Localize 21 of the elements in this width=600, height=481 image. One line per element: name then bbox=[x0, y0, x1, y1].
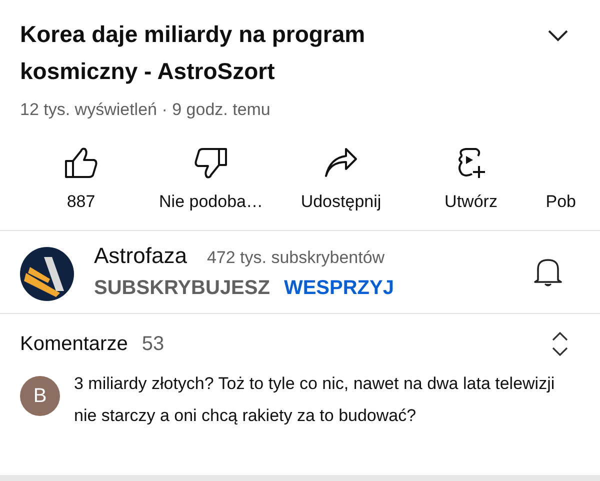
like-count[interactable]: 887 bbox=[66, 192, 96, 212]
comments-title: Komentarze bbox=[20, 332, 128, 356]
thumbs-up-icon[interactable] bbox=[64, 146, 98, 180]
user-avatar: B bbox=[20, 376, 60, 416]
action-label[interactable]: Utwórz bbox=[444, 192, 498, 212]
channel-name[interactable]: Astrofaza bbox=[94, 242, 187, 268]
video-meta: 12 tys. wyświetleń · 9 godz. temu bbox=[20, 100, 272, 120]
thumbs-down-icon[interactable] bbox=[194, 146, 228, 180]
channel-avatar[interactable] bbox=[20, 247, 74, 301]
video-title: Korea daje miliardy na program kosmiczny - AstroSzort bbox=[20, 20, 366, 86]
expand-icon[interactable] bbox=[548, 30, 568, 42]
subscribed-button[interactable]: SUBSKRYBUJESZ bbox=[94, 276, 270, 300]
share-arrow-icon[interactable] bbox=[324, 146, 358, 180]
comment-text: 3 miliardy złotych? Toż to tyle co nic, nawet na dwa lata telewizji nie starczy a oni chcą rakiety za to budować? bbox=[74, 373, 556, 427]
support-button[interactable]: WESPRZYJ bbox=[284, 276, 394, 300]
action-label[interactable]: Udostępnij bbox=[300, 192, 382, 212]
expand-collapse-icon[interactable] bbox=[552, 332, 568, 356]
action-label[interactable]: Nie podoba… bbox=[159, 192, 263, 212]
action-label[interactable]: Pob bbox=[546, 192, 576, 212]
comment-count: 53 bbox=[142, 332, 164, 356]
subscriber-count: 472 tys. subskrybentów bbox=[206, 248, 385, 268]
